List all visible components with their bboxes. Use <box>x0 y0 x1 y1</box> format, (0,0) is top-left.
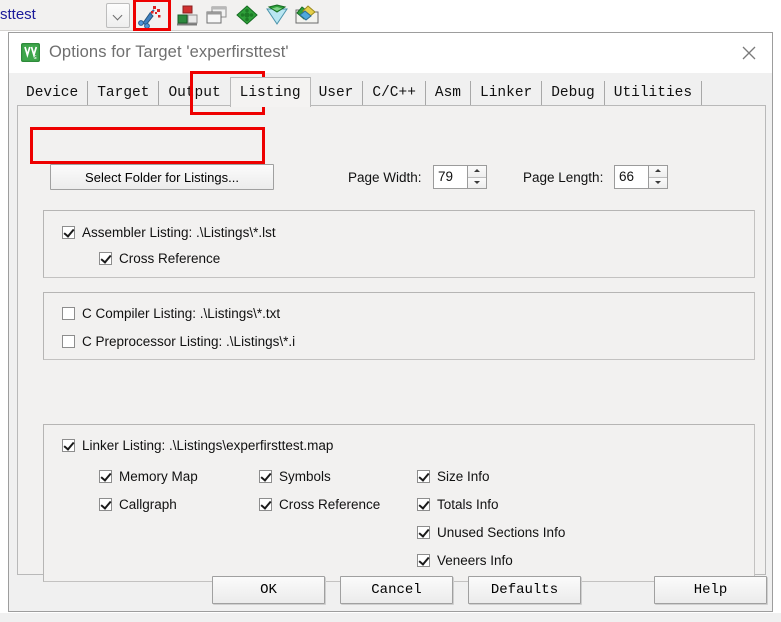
chevron-down-icon <box>114 11 123 20</box>
tab-device[interactable]: Device <box>17 81 89 106</box>
page-width-spin-down-icon[interactable] <box>468 177 486 188</box>
linker-listing-group: Linker Listing: .\Listings\experfirsttes… <box>43 424 755 582</box>
cancel-button[interactable]: Cancel <box>340 576 453 604</box>
select-folder-for-listings-button[interactable]: Select Folder for Listings... <box>50 164 274 190</box>
tab-listing[interactable]: Listing <box>229 77 311 107</box>
page-width-label: Page Width: <box>348 170 422 185</box>
screen: sttest s Options for Target 'experfirstt… <box>0 0 781 622</box>
assembler-listing-checkbox[interactable] <box>62 226 75 239</box>
c-preprocessor-listing-label: C Preprocessor Listing: .\Listings\*.i <box>82 334 296 349</box>
size-info-checkbox[interactable] <box>417 470 430 483</box>
tab-output[interactable]: Output <box>159 81 231 106</box>
linker-cross-reference-checkbox-row[interactable]: Cross Reference <box>259 497 380 512</box>
veneers-info-checkbox[interactable] <box>417 554 430 567</box>
page-length-spin-down-icon[interactable] <box>649 177 667 188</box>
assembler-cross-reference-checkbox-row[interactable]: Cross Reference <box>99 251 220 266</box>
veneers-info-label: Veneers Info <box>437 553 513 568</box>
linker-listing-checkbox-row[interactable]: Linker Listing: .\Listings\experfirsttes… <box>62 438 333 453</box>
configuration-wizard-icon[interactable] <box>264 3 290 28</box>
totals-info-checkbox-row[interactable]: Totals Info <box>417 497 499 512</box>
page-length-label: Page Length: <box>523 170 604 185</box>
c-compiler-listing-group: C Compiler Listing: .\Listings\*.txt C P… <box>43 292 755 360</box>
assembler-cross-reference-label: Cross Reference <box>119 251 221 266</box>
help-button[interactable]: Help <box>654 576 767 604</box>
tab-asm[interactable]: Asm <box>425 81 472 106</box>
tab-list: Device Target Output Listing User C/C++ … <box>17 77 703 107</box>
linker-listing-checkbox[interactable] <box>62 439 75 452</box>
assembler-listing-checkbox-row[interactable]: Assembler Listing: .\Listings\*.lst <box>62 225 276 240</box>
dialog-tabstrip: Device Target Output Listing User C/C++ … <box>9 73 772 107</box>
unused-sections-info-checkbox[interactable] <box>417 526 430 539</box>
multi-project-icon[interactable] <box>204 3 230 28</box>
symbols-label: Symbols <box>279 469 331 484</box>
page-width-input[interactable]: 79 <box>433 165 467 189</box>
size-info-checkbox-row[interactable]: Size Info <box>417 469 490 484</box>
c-preprocessor-listing-checkbox-row[interactable]: C Preprocessor Listing: .\Listings\*.i <box>62 334 295 349</box>
tab-utilities[interactable]: Utilities <box>604 81 703 106</box>
ok-button[interactable]: OK <box>212 576 325 604</box>
c-compiler-listing-checkbox-row[interactable]: C Compiler Listing: .\Listings\*.txt <box>62 306 280 321</box>
defaults-button[interactable]: Defaults <box>468 576 581 604</box>
page-width-spin-buttons[interactable] <box>467 165 487 189</box>
size-info-label: Size Info <box>437 469 490 484</box>
unused-sections-info-label: Unused Sections Info <box>437 525 566 540</box>
target-combo-dropdown-button[interactable] <box>106 3 130 28</box>
target-combo-value: sttest <box>0 6 36 23</box>
unused-sections-info-checkbox-row[interactable]: Unused Sections Info <box>417 525 565 540</box>
dialog-titlebar: s Options for Target 'experfirsttest' <box>9 33 772 73</box>
page-length-input[interactable]: 66 <box>614 165 648 189</box>
tab-user[interactable]: User <box>309 81 364 106</box>
page-length-spin-up-icon[interactable] <box>649 166 667 178</box>
open-pack-folder-icon[interactable] <box>294 3 320 28</box>
page-length-spin-buttons[interactable] <box>648 165 668 189</box>
linker-cross-reference-label: Cross Reference <box>279 497 381 512</box>
callgraph-checkbox[interactable] <box>99 498 112 511</box>
tab-c-cpp[interactable]: C/C++ <box>363 81 426 106</box>
tab-target[interactable]: Target <box>88 81 160 106</box>
memory-map-checkbox[interactable] <box>99 470 112 483</box>
target-options-wand-icon[interactable] <box>137 3 163 28</box>
assembler-listing-label: Assembler Listing: .\Listings\*.lst <box>82 225 276 240</box>
memory-map-checkbox-row[interactable]: Memory Map <box>99 469 198 484</box>
totals-info-label: Totals Info <box>437 497 499 512</box>
listing-tab-panel: Select Folder for Listings... Page Width… <box>17 105 766 582</box>
tab-debug[interactable]: Debug <box>542 81 605 106</box>
options-for-target-dialog: s Options for Target 'experfirsttest' De… <box>8 32 773 612</box>
linker-listing-label: Linker Listing: .\Listings\experfirsttes… <box>82 438 334 453</box>
c-preprocessor-listing-checkbox[interactable] <box>62 335 75 348</box>
pack-installer-green-icon[interactable] <box>234 3 260 28</box>
dialog-title: Options for Target 'experfirsttest' <box>49 43 289 61</box>
close-icon[interactable] <box>726 33 772 72</box>
assembler-cross-reference-checkbox[interactable] <box>99 252 112 265</box>
assembler-listing-group: Assembler Listing: .\Listings\*.lst Cros… <box>43 210 755 278</box>
veneers-info-checkbox-row[interactable]: Veneers Info <box>417 553 513 568</box>
c-compiler-listing-checkbox[interactable] <box>62 307 75 320</box>
ide-toolbar-empty-area <box>340 0 781 31</box>
svg-text:s: s <box>34 54 37 61</box>
page-length-stepper[interactable]: 66 <box>614 165 668 189</box>
page-width-stepper[interactable]: 79 <box>433 165 487 189</box>
symbols-checkbox-row[interactable]: Symbols <box>259 469 331 484</box>
callgraph-checkbox-row[interactable]: Callgraph <box>99 497 177 512</box>
manage-project-items-icon[interactable] <box>174 3 200 28</box>
tab-linker[interactable]: Linker <box>471 81 543 106</box>
symbols-checkbox[interactable] <box>259 470 272 483</box>
linker-cross-reference-checkbox[interactable] <box>259 498 272 511</box>
uvision-app-icon: s <box>21 43 40 62</box>
ide-bottom-cutoff-sliver <box>0 613 781 622</box>
c-compiler-listing-label: C Compiler Listing: .\Listings\*.txt <box>82 306 281 321</box>
memory-map-label: Memory Map <box>119 469 198 484</box>
page-width-spin-up-icon[interactable] <box>468 166 486 178</box>
totals-info-checkbox[interactable] <box>417 498 430 511</box>
callgraph-label: Callgraph <box>119 497 177 512</box>
